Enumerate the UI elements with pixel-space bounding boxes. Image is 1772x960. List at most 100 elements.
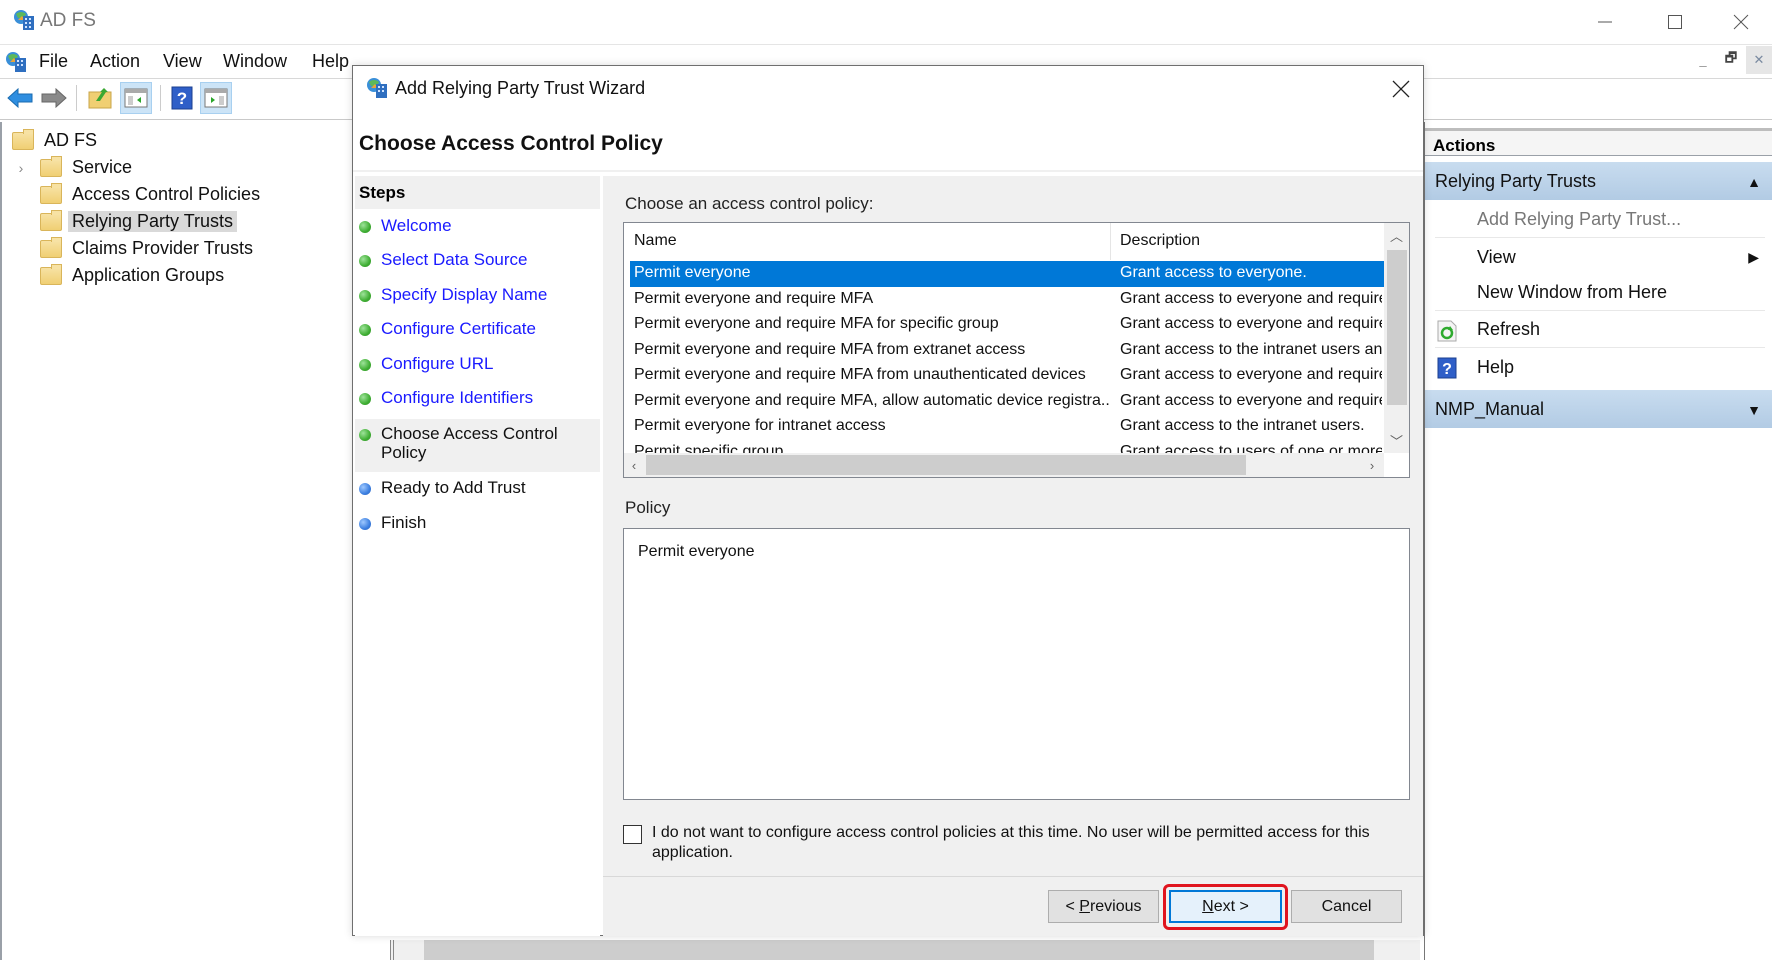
step-label: Configure URL [381,354,494,373]
policy-label: Policy [625,498,671,517]
minimize-button[interactable] [1570,0,1640,44]
step-configure-identifiers[interactable]: Configure Identifiers [355,388,600,407]
mdi-minimize-button[interactable]: _ [1690,46,1716,74]
choose-policy-label: Choose an access control policy: [625,194,874,213]
list-vertical-scrollbar[interactable]: ︿ ﹀ [1384,223,1409,453]
policy-row[interactable]: Permit everyone and require MFA from ext… [630,338,1384,364]
mdi-close-button[interactable]: ✕ [1746,46,1772,74]
steps-pane: Steps Welcome Select Data Source Specify… [355,176,600,936]
menu-help[interactable]: Help [312,51,349,72]
menu-view[interactable]: View [163,51,202,72]
maximize-icon [1668,15,1682,29]
step-complete-icon [359,393,371,405]
window-title: AD FS [40,10,96,31]
back-button[interactable] [4,82,36,114]
policy-description: Grant access to everyone and require [1120,289,1382,307]
policy-row[interactable]: Permit everyone and require MFA from una… [630,363,1384,389]
action-add-relying-party-trust[interactable]: Add Relying Party Trust... [1435,202,1765,238]
scrollbar-thumb[interactable] [646,455,1246,475]
actions-pane: Actions Relying Party Trusts ▲ Add Relyi… [1424,122,1772,960]
action-group-relying-party-trusts[interactable]: Relying Party Trusts ▲ [1425,162,1772,200]
next-button[interactable]: Next > [1169,890,1282,923]
scroll-down-icon[interactable]: ﹀ [1384,428,1409,452]
chevron-right-icon[interactable]: › [12,160,30,176]
tree-item-access-control-policies[interactable]: Access Control Policies [40,181,352,208]
tree-item-adfs-root[interactable]: AD FS [12,127,352,154]
restore-icon: 🗗 [1724,50,1738,65]
adfs-console-icon[interactable] [4,50,28,74]
help-button[interactable]: ? [166,82,198,114]
cancel-button[interactable]: Cancel [1291,890,1402,923]
back-icon [7,88,33,108]
folder-icon [40,236,62,258]
policy-row[interactable]: Permit specific group Grant access to use… [630,440,1384,454]
policy-row[interactable]: Permit everyone and require MFA Grant acc… [630,287,1384,313]
policy-description: Grant access to everyone and require [1120,315,1382,332]
scrollbar-thumb[interactable] [424,940,1374,960]
minimize-icon [1598,21,1612,23]
title-bar: AD FS [0,0,1772,44]
submenu-arrow-icon: ▶ [1748,248,1759,265]
tree-item-application-groups[interactable]: Application Groups [40,262,352,289]
no-config-option[interactable]: I do not want to configure access contro… [623,823,1403,863]
policy-name: Permit everyone and require MFA from una… [634,366,1086,383]
menu-file[interactable]: File [39,51,68,72]
mdi-window-controls: _ 🗗 ✕ [1690,46,1772,78]
up-one-level-button[interactable] [84,82,116,114]
action-help[interactable]: ? Help [1435,349,1765,385]
action-view[interactable]: View ▶ [1435,239,1765,275]
menu-window[interactable]: Window [223,51,287,72]
policy-row[interactable]: Permit everyone Grant access to everyone. [630,261,1384,287]
maximize-button[interactable] [1640,0,1710,44]
policy-description: Grant access to everyone. [1120,264,1307,281]
action-label: Add Relying Party Trust... [1477,209,1682,229]
tree-item-service[interactable]: › Service [12,154,352,181]
scrollbar-thumb[interactable] [1387,250,1407,405]
divider [603,876,1423,877]
help-icon: ? [1437,357,1457,379]
action-refresh[interactable]: Refresh [1435,312,1765,348]
close-icon: ✕ [1753,52,1765,67]
action-label: New Window from Here [1477,282,1668,302]
forward-button[interactable] [38,82,70,114]
step-label: Ready to Add Trust [381,478,526,497]
tree-item-claims-provider-trusts[interactable]: Claims Provider Trusts [40,235,352,262]
close-window-button[interactable] [1706,0,1772,44]
previous-button[interactable]: < Previous [1048,890,1159,923]
no-config-checkbox[interactable] [623,825,642,844]
folder-icon [40,263,62,285]
policy-row[interactable]: Permit everyone and require MFA for spec… [630,312,1384,338]
step-welcome[interactable]: Welcome [355,216,600,235]
scroll-up-icon[interactable]: ︿ [1384,223,1409,247]
policy-name: Permit everyone and require MFA, allow a… [634,391,1110,409]
step-complete-icon [359,290,371,302]
step-select-data-source[interactable]: Select Data Source [355,250,600,269]
tree-item-relying-party-trusts[interactable]: Relying Party Trusts [40,208,352,235]
close-icon [1392,80,1410,98]
show-hide-console-tree-button[interactable] [120,82,152,114]
policy-row[interactable]: Permit everyone for intranet access Grant… [630,414,1384,440]
step-label: Configure Identifiers [381,388,534,407]
step-configure-url[interactable]: Configure URL [355,354,600,373]
action-new-window-from-here[interactable]: New Window from Here [1435,275,1765,311]
tree-item-label: Claims Provider Trusts [72,238,254,258]
step-specify-display-name[interactable]: Specify Display Name [355,285,600,304]
wizard-close-button[interactable] [1383,72,1419,106]
menu-action[interactable]: Action [90,51,140,72]
list-horizontal-scrollbar[interactable]: ‹ › [624,453,1384,477]
scroll-left-icon[interactable]: ‹ [624,453,644,477]
step-configure-certificate[interactable]: Configure Certificate [355,319,600,338]
mdi-restore-button[interactable]: 🗗 [1718,46,1744,74]
step-label: Welcome [381,216,452,235]
step-label: Specify Display Name [381,285,548,304]
show-hide-action-pane-button[interactable] [200,82,232,114]
scroll-right-icon[interactable]: › [1362,453,1382,477]
access-control-policy-list[interactable]: Name Description Permit everyone Grant ac… [623,222,1410,478]
show-hide-tree-icon [124,88,148,108]
toolbar-separator [160,85,161,111]
step-complete-icon [359,255,371,267]
main-horizontal-scrollbar[interactable] [390,940,1420,960]
action-group-nmp-manual[interactable]: NMP_Manual ▼ [1425,390,1772,428]
close-icon [1733,14,1749,30]
policy-row[interactable]: Permit everyone and require MFA, allow a… [630,389,1384,415]
